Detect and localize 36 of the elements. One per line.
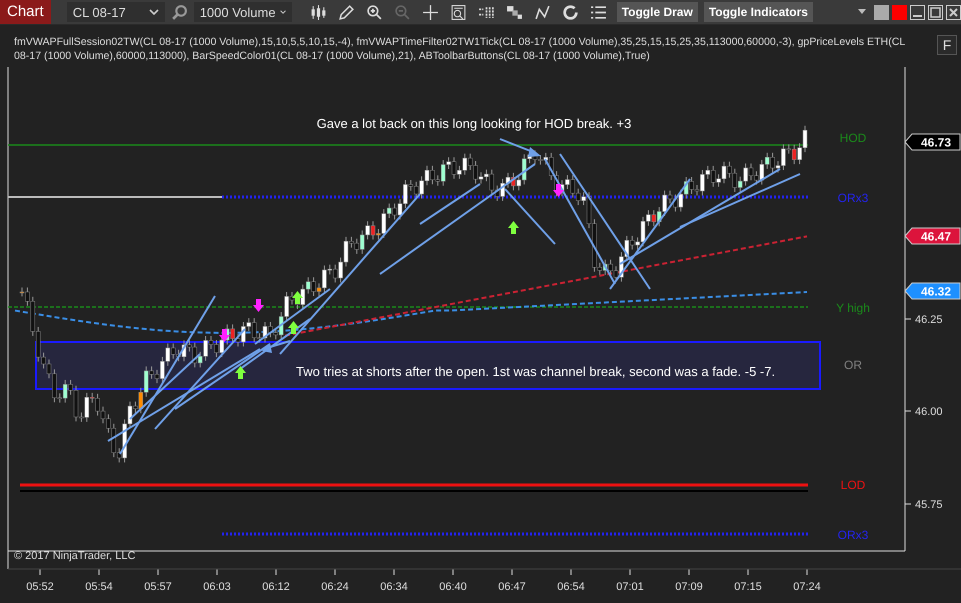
time-tick-label: 06:34 [380, 581, 408, 593]
price-flag: 46.73 [904, 134, 960, 150]
side-button[interactable]: F [937, 35, 957, 55]
annotation-text: Gave a lot back on this long looking for HOD break. +3 [316, 116, 632, 131]
toggle-draw-button[interactable]: Toggle Draw [616, 2, 698, 22]
level-label: ORx3 [838, 191, 868, 205]
level-label: ORx3 [838, 528, 868, 542]
time-tick-label: 06:24 [321, 581, 349, 593]
time-tick-label: 06:40 [439, 581, 467, 593]
level-label: OR [844, 358, 862, 372]
time-tick-label: 07:15 [734, 581, 762, 593]
time-tick-label: 05:54 [85, 581, 113, 593]
level-label: HOD [840, 131, 866, 145]
instrument-dropdown[interactable]: CL 08-17 [66, 2, 165, 22]
annotation-text: Two tries at shorts after the open. 1st was channel break, second was a fade. -5 -7. [296, 364, 776, 379]
time-tick-label: 07:09 [675, 581, 703, 593]
interval-dropdown[interactable]: 1000 Volume [194, 2, 292, 22]
price-tick-label: 46.00 [915, 406, 943, 418]
price-tick-label: 46.25 [915, 314, 943, 326]
copyright-text: © 2017 NinjaTrader, LLC [14, 550, 136, 562]
time-tick-label: 07:24 [793, 581, 821, 593]
indicator-list-text: fmVWAPFullSession02TW(CL 08-17 (1000 Volume),15,10,5,5,10,15,-4), fmVWAPTimeFilter02TW1Tick(CL 08-17 (1000 Volume),35,25,15,15,25,35,113000,60000,-3), gpPriceLevels ETH(CL 08-17 (1000 Volume),60000,113000), BarSpeedColor01(CL 08-17 (1000 Volume),21), ABToolbarButtons(CL 08-17 (1000 Volume),True) [14, 35, 906, 63]
price-tick-label: 45.75 [915, 499, 943, 511]
level-label: LOD [840, 478, 866, 492]
time-tick-label: 07:01 [616, 581, 644, 593]
toggle-indicators-button[interactable]: Toggle Indicators [704, 2, 813, 22]
time-tick-label: 06:54 [557, 581, 585, 593]
time-tick-label: 05:57 [144, 581, 172, 593]
time-tick-label: 05:52 [26, 581, 54, 593]
time-tick-label: 06:12 [262, 581, 290, 593]
price-flag: 46.47 [904, 228, 960, 244]
time-tick-label: 06:47 [498, 581, 526, 593]
time-tick-label: 06:03 [203, 581, 231, 593]
level-label: Y high [836, 301, 870, 315]
chart-title: Chart [0, 0, 51, 24]
price-flag: 46.32 [904, 282, 960, 300]
